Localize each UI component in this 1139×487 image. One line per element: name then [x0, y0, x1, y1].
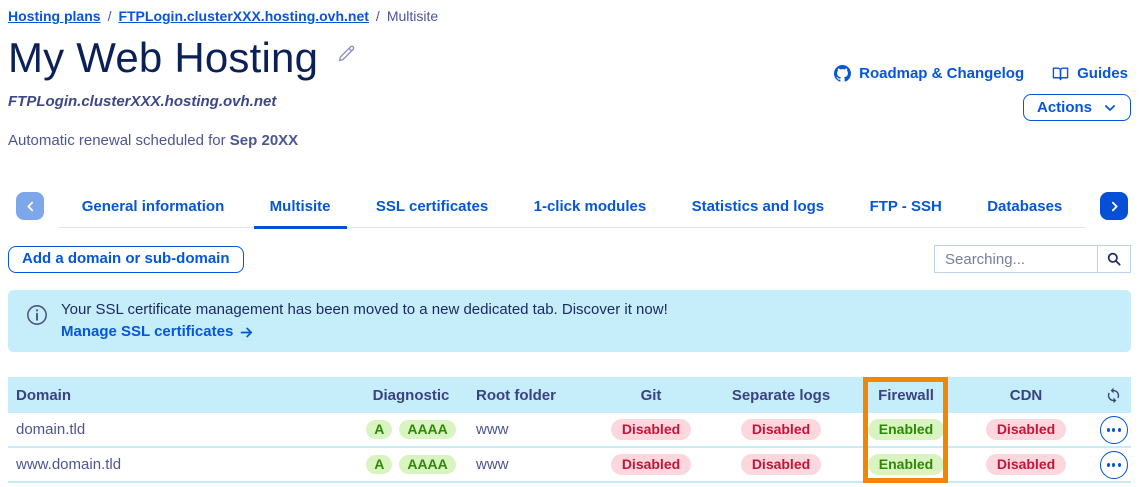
column-header-diagnostic: Diagnostic	[356, 387, 466, 404]
banner-body: Your SSL certificate management has been…	[61, 299, 668, 341]
ssl-info-banner: Your SSL certificate management has been…	[8, 290, 1131, 352]
column-header-separate-logs: Separate logs	[706, 387, 856, 404]
firewall-cell: Enabled	[856, 454, 956, 475]
chevron-right-icon	[1108, 200, 1121, 213]
arrow-right-icon	[239, 325, 254, 340]
breadcrumb-separator: /	[376, 8, 380, 24]
search-submit-button[interactable]	[1097, 246, 1130, 272]
search-box	[934, 245, 1131, 273]
breadcrumb-item-hosting-plans[interactable]: Hosting plans	[8, 8, 101, 24]
actions-dropdown-button[interactable]: Actions	[1023, 94, 1131, 121]
cdn-cell: Disabled	[956, 419, 1096, 440]
hosting-multisite-page: Hosting plans / FTPLogin.clusterXXX.hostin…	[0, 0, 1139, 487]
info-icon	[26, 304, 48, 326]
ellipsis-icon	[1118, 463, 1121, 467]
column-header-root-folder: Root folder	[466, 387, 596, 404]
git-cell: Disabled	[596, 419, 706, 440]
edit-title-pencil-icon[interactable]	[336, 43, 357, 64]
multisite-table: DomainDiagnosticRoot folderGitSeparate l…	[8, 377, 1131, 483]
row-actions-button[interactable]	[1100, 416, 1128, 444]
row-actions-cell	[1096, 416, 1131, 444]
tab-statistics-and-logs[interactable]: Statistics and logs	[676, 192, 841, 229]
firewall-cell: Enabled	[856, 419, 956, 440]
renewal-text: Automatic renewal scheduled for	[8, 132, 230, 149]
toolbar: Add a domain or sub-domain	[8, 245, 1131, 273]
tabs-scroll-left-button[interactable]	[16, 192, 44, 220]
column-header-cdn: CDN	[956, 387, 1096, 404]
domain-cell: www.domain.tld	[8, 456, 356, 473]
ellipsis-icon	[1112, 428, 1115, 432]
tab-ftp-ssh[interactable]: FTP - SSH	[854, 192, 958, 229]
search-icon	[1106, 251, 1122, 267]
dns-record-badge-a: A	[366, 455, 392, 474]
breadcrumb-separator: /	[108, 8, 112, 24]
tab-general-information[interactable]: General information	[66, 192, 241, 229]
git-status-pill: Disabled	[611, 454, 691, 475]
table-row: domain.tldAAAAAwwwDisabledDisabledEnable…	[8, 413, 1131, 448]
root-folder-cell: www	[466, 456, 596, 473]
cdn-cell: Disabled	[956, 454, 1096, 475]
table-body: domain.tldAAAAAwwwDisabledDisabledEnable…	[8, 413, 1131, 483]
tabs-row: General information Multisite SSL certific…	[8, 192, 1131, 228]
chevron-left-icon	[24, 200, 37, 213]
banner-message: Your SSL certificate management has been…	[61, 299, 668, 321]
refresh-icon[interactable]	[1105, 387, 1122, 404]
cdn-status-pill: Disabled	[986, 454, 1066, 475]
ellipsis-icon	[1118, 428, 1121, 432]
github-icon	[834, 65, 851, 82]
book-icon	[1052, 65, 1069, 82]
firewall-status-pill: Enabled	[868, 419, 944, 440]
breadcrumb: Hosting plans / FTPLogin.clusterXXX.hostin…	[8, 0, 1131, 26]
ellipsis-icon	[1107, 428, 1110, 432]
firewall-status-pill: Enabled	[868, 454, 944, 475]
page-title: My Web Hosting	[8, 33, 318, 83]
domain-cell: domain.tld	[8, 421, 356, 438]
row-actions-cell	[1096, 451, 1131, 479]
ellipsis-icon	[1112, 463, 1115, 467]
chevron-down-icon	[1103, 101, 1117, 115]
search-input[interactable]	[935, 246, 1097, 272]
service-name-subtitle: FTPLogin.clusterXXX.hosting.ovh.net	[8, 93, 1131, 110]
separate-logs-cell: Disabled	[706, 454, 856, 475]
cdn-status-pill: Disabled	[986, 419, 1066, 440]
diagnostic-cell: AAAAA	[356, 455, 466, 474]
renewal-date: Sep 20XX	[230, 132, 298, 149]
tabs-scroll-right-button[interactable]	[1100, 192, 1128, 220]
git-status-pill: Disabled	[611, 419, 691, 440]
breadcrumb-item-ftplogin-clusterxxx-hosting-ovh-net[interactable]: FTPLogin.clusterXXX.hosting.ovh.net	[118, 8, 368, 24]
refresh-cell	[1096, 387, 1131, 404]
guides-link[interactable]: Guides	[1052, 65, 1128, 82]
tab-multisite[interactable]: Multisite	[254, 192, 347, 229]
dns-record-badge-a: A	[366, 420, 392, 439]
column-header-git: Git	[596, 387, 706, 404]
separate-logs-status-pill: Disabled	[741, 454, 821, 475]
tab-ssl-certificates[interactable]: SSL certificates	[360, 192, 504, 229]
renewal-info: Automatic renewal scheduled for Sep 20XX	[8, 132, 1131, 149]
ellipsis-icon	[1107, 463, 1110, 467]
git-cell: Disabled	[596, 454, 706, 475]
separate-logs-cell: Disabled	[706, 419, 856, 440]
dns-record-badge-aaaa: AAAA	[399, 420, 455, 439]
dns-record-badge-aaaa: AAAA	[399, 455, 455, 474]
roadmap-changelog-link[interactable]: Roadmap & Changelog	[834, 65, 1024, 82]
tab-databases[interactable]: Databases	[971, 192, 1078, 229]
top-links: Roadmap & Changelog Guides	[834, 65, 1128, 82]
add-domain-button[interactable]: Add a domain or sub-domain	[8, 246, 244, 273]
column-header-firewall: Firewall	[856, 387, 956, 404]
breadcrumb-item-multisite: Multisite	[387, 8, 438, 24]
tab-bar: General information Multisite SSL certific…	[59, 192, 1085, 228]
column-header-domain: Domain	[8, 387, 356, 404]
manage-ssl-certificates-link[interactable]: Manage SSL certificates	[61, 321, 254, 343]
table-header-row: DomainDiagnosticRoot folderGitSeparate l…	[8, 377, 1131, 413]
table-row: www.domain.tldAAAAAwwwDisabledDisabledEn…	[8, 448, 1131, 483]
separate-logs-status-pill: Disabled	[741, 419, 821, 440]
row-actions-button[interactable]	[1100, 451, 1128, 479]
root-folder-cell: www	[466, 421, 596, 438]
diagnostic-cell: AAAAA	[356, 420, 466, 439]
tab-1-click-modules[interactable]: 1-click modules	[518, 192, 663, 229]
